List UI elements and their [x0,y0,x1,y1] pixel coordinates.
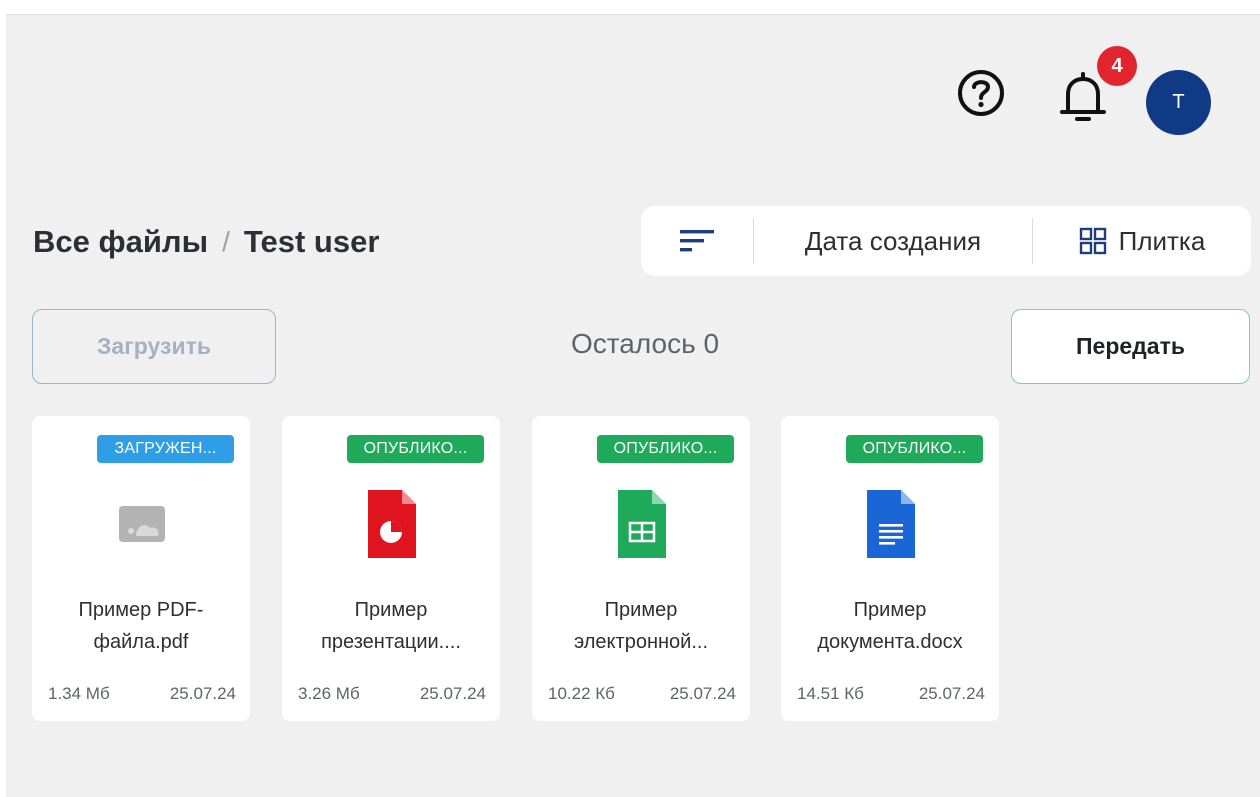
view-toolbar: Дата создания Плитка [641,206,1251,276]
file-card[interactable]: ОПУБЛИКО... Пример презентации.... 3.26 … [282,416,500,721]
status-badge: ЗАГРУЖЕН... [97,435,234,463]
sort-direction-button[interactable] [641,206,753,276]
file-name-line: электронной... [574,631,708,653]
file-card[interactable]: ЗАГРУЖЕН... Пример PDF- файла.pdf 1.34 М… [32,416,250,721]
user-avatar[interactable]: T [1146,70,1211,135]
notification-count-badge: 4 [1097,46,1137,86]
image-placeholder-icon [116,488,168,560]
file-size: 1.34 Мб [48,684,110,703]
file-name-line: презентации.... [321,631,461,653]
file-name: Пример документа.docx [789,594,991,658]
file-name-line: файла.pdf [93,631,189,653]
file-meta: 3.26 Мб 25.07.24 [298,684,486,704]
presentation-file-icon [366,488,418,560]
breadcrumb: Все файлы / Test user [33,222,379,262]
file-size: 3.26 Мб [298,684,360,703]
file-name-line: документа.docx [817,631,963,653]
file-name-line: Пример [604,599,678,621]
view-mode-toggle[interactable]: Плитка [1033,206,1251,276]
status-badge: ОПУБЛИКО... [846,435,983,463]
breadcrumb-current: Test user [243,224,380,259]
file-date: 25.07.24 [918,684,985,703]
file-date: 25.07.24 [419,684,486,703]
help-button[interactable] [956,68,1006,118]
file-name: Пример презентации.... [290,594,492,658]
remaining-count: Осталось 0 [570,328,720,359]
file-size: 10.22 Кб [548,684,615,703]
file-meta: 10.22 Кб 25.07.24 [548,684,736,704]
view-mode-label: Плитка [1118,225,1206,256]
file-meta: 14.51 Кб 25.07.24 [797,684,985,704]
transfer-button[interactable]: Передать [1011,309,1250,384]
status-badge: ОПУБЛИКО... [347,435,484,463]
spreadsheet-file-icon [616,488,668,560]
status-badge: ОПУБЛИКО... [597,435,734,463]
file-name-line: Пример PDF- [78,599,204,621]
file-name-line: Пример [354,599,428,621]
file-meta: 1.34 Мб 25.07.24 [48,684,236,704]
file-name: Пример PDF- файла.pdf [40,594,242,658]
file-card[interactable]: ОПУБЛИКО... Пример электронной... 10.22 … [532,416,750,721]
file-card[interactable]: ОПУБЛИКО... Пример документа.docx 14.51 … [781,416,999,721]
help-circle-icon [958,70,1004,116]
document-file-icon [865,488,917,560]
file-date: 25.07.24 [169,684,236,703]
file-size: 14.51 Кб [797,684,864,703]
sort-lines-icon [680,230,714,252]
grid-icon [1079,227,1106,255]
breadcrumb-separator: / [222,226,230,257]
sort-field-select[interactable]: Дата создания [754,206,1032,276]
upload-button[interactable]: Загрузить [32,309,276,384]
file-date: 25.07.24 [669,684,736,703]
file-name: Пример электронной... [540,594,742,658]
breadcrumb-root-link[interactable]: Все файлы [33,224,208,260]
file-name-line: Пример [853,599,927,621]
